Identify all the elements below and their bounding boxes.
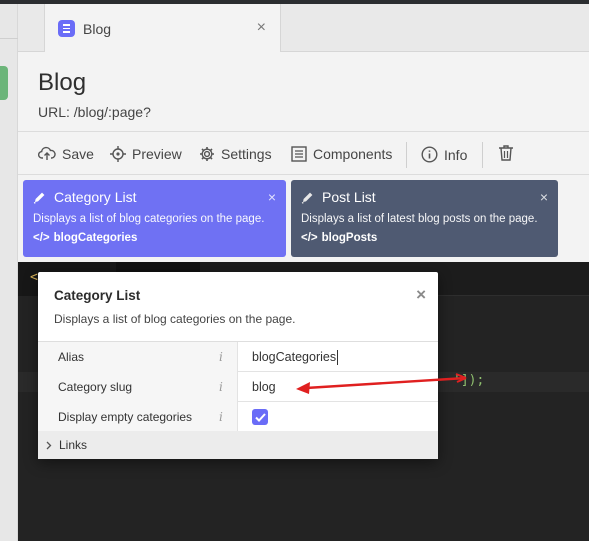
- info-icon[interactable]: i: [219, 410, 223, 424]
- popup-close-icon[interactable]: ×: [416, 285, 426, 305]
- component-list: Category List Displays a list of blog ca…: [18, 175, 589, 262]
- tab-close-icon[interactable]: ×: [257, 19, 266, 37]
- checkmark-icon: [254, 412, 266, 422]
- component-card-category-list[interactable]: Category List Displays a list of blog ca…: [23, 180, 286, 257]
- list-box-icon: [291, 146, 307, 162]
- cloud-upload-icon: [38, 146, 56, 160]
- page-icon: [58, 20, 75, 37]
- pencil-icon: [33, 192, 45, 204]
- info-icon[interactable]: i: [219, 380, 223, 394]
- code-icon: </>: [301, 232, 318, 244]
- sidebar-divider: [0, 38, 18, 39]
- crosshair-icon: [110, 146, 126, 162]
- settings-button[interactable]: Settings: [199, 146, 272, 162]
- page-header: Blog URL: /blog/:page?: [18, 52, 589, 132]
- document-tab-bar: Blog ×: [18, 4, 589, 53]
- info-label: Info: [444, 146, 468, 163]
- property-name: Display empty categories: [38, 402, 238, 432]
- component-title-text: Post List: [322, 189, 376, 205]
- settings-label: Settings: [221, 146, 272, 162]
- info-button[interactable]: Info: [421, 146, 467, 163]
- delete-button[interactable]: [498, 144, 520, 162]
- category-slug-value: blog: [252, 380, 276, 394]
- info-icon: [421, 146, 438, 163]
- property-name: Category slug: [38, 372, 238, 402]
- component-close-icon[interactable]: ×: [540, 189, 548, 205]
- category-slug-input[interactable]: blog: [252, 372, 276, 402]
- component-inspector-popup: Category List Displays a list of blog ca…: [38, 272, 438, 459]
- component-card-post-list[interactable]: Post List Displays a list of latest blog…: [291, 180, 558, 257]
- component-title: Category List: [33, 189, 276, 205]
- page-title: Blog: [38, 69, 87, 96]
- gear-icon: [200, 147, 214, 161]
- alias-input-value: blogCategories: [252, 350, 337, 364]
- annotation-arrow: [296, 373, 467, 394]
- component-description: Displays a list of latest blog posts on …: [301, 213, 538, 225]
- toolbar: Save Preview Settings Components Info: [18, 133, 589, 175]
- toolbar-divider: [482, 142, 483, 168]
- toolbar-divider: [406, 142, 407, 168]
- page-url: URL: /blog/:page?: [38, 104, 151, 120]
- component-alias-text: blogCategories: [53, 232, 138, 244]
- info-icon[interactable]: i: [219, 350, 223, 364]
- property-row-alias: Alias i blogCategories: [38, 342, 438, 372]
- tab-blog[interactable]: Blog ×: [44, 4, 281, 53]
- popup-description: Displays a list of blog categories on th…: [54, 312, 296, 326]
- component-close-icon[interactable]: ×: [268, 189, 276, 205]
- links-group-toggle[interactable]: Links: [38, 431, 438, 459]
- display-empty-checkbox[interactable]: [252, 402, 268, 432]
- popup-title: Category List: [54, 288, 141, 303]
- component-alias-text: blogPosts: [321, 232, 378, 244]
- component-title: Post List: [301, 189, 548, 205]
- property-row-display-empty: Display empty categories i: [38, 402, 438, 432]
- left-sidebar: [0, 4, 18, 541]
- property-name: Alias: [38, 342, 238, 372]
- save-label: Save: [62, 146, 94, 162]
- code-token: <: [30, 270, 38, 285]
- text-cursor: [337, 349, 339, 365]
- component-title-text: Category List: [54, 189, 137, 205]
- trash-icon: [499, 145, 513, 161]
- component-alias: </> blogCategories: [33, 232, 276, 244]
- sidebar-active-indicator[interactable]: [0, 66, 8, 100]
- preview-label: Preview: [132, 146, 182, 162]
- chevron-right-icon: [46, 441, 52, 449]
- save-button[interactable]: Save: [38, 146, 94, 162]
- components-button[interactable]: Components: [291, 146, 392, 162]
- preview-button[interactable]: Preview: [110, 146, 182, 162]
- tab-label: Blog: [83, 20, 112, 37]
- component-description: Displays a list of blog categories on th…: [33, 213, 265, 225]
- pencil-icon: [301, 192, 313, 204]
- code-icon: </>: [33, 232, 50, 244]
- links-label: Links: [59, 438, 88, 452]
- components-label: Components: [313, 146, 393, 162]
- checkbox-checked[interactable]: [252, 409, 268, 425]
- alias-input[interactable]: blogCategories: [252, 342, 339, 372]
- component-alias: </> blogPosts: [301, 232, 548, 244]
